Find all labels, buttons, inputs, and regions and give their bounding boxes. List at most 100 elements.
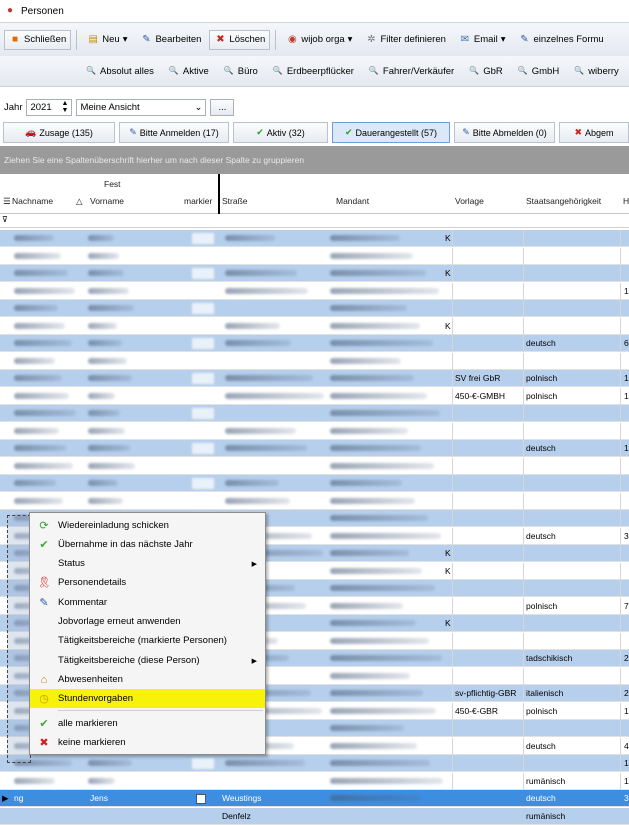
menu-item-jobvorlage-erneut-anwenden[interactable]: Jobvorlage erneut anwenden [30, 612, 265, 631]
column-chooser-icon[interactable]: ☰ [3, 196, 11, 207]
wijob-orga-button[interactable]: ◉ wijob orga ▾ [281, 30, 357, 50]
mark-checkbox[interactable] [192, 355, 214, 367]
tab-abgem[interactable]: ✖ Abgem [559, 122, 629, 143]
table-row[interactable]: deutsch 1 [0, 440, 629, 457]
column-header-vorlage[interactable]: Vorlage [455, 196, 484, 206]
column-header-mandant[interactable]: Mandant [336, 196, 369, 206]
table-row[interactable] [0, 422, 629, 440]
menu-item-status[interactable]: Status ▶ [30, 554, 265, 573]
redacted-text [330, 655, 442, 661]
column-divider [452, 720, 453, 737]
menu-item-stundenvorgaben[interactable]: ◷ Stundenvorgaben [30, 689, 265, 708]
quick-filter-button[interactable]: 🔍 Fahrer/Verkäufer [363, 61, 459, 81]
column-divider [452, 737, 453, 755]
column-header-markier[interactable]: markier [184, 196, 212, 206]
mark-checkbox[interactable] [192, 460, 214, 472]
mark-checkbox[interactable] [192, 338, 214, 349]
table-row[interactable] [0, 247, 629, 265]
tab-bitte[interactable]: ✎ Bitte Abmelden (0) [454, 122, 555, 143]
quick-filter-button[interactable]: 🔍 GmbH [512, 61, 564, 81]
tab-dauerangestellt[interactable]: ✔ Dauerangestellt (57) [332, 122, 450, 143]
quick-filter-button[interactable]: 🔍 Aktive [163, 61, 214, 81]
mark-checkbox[interactable] [192, 390, 214, 402]
mark-checkbox[interactable] [192, 408, 214, 419]
delete-button[interactable]: ✖ Löschen [209, 29, 271, 50]
redacted-text [14, 287, 75, 294]
table-row-selected[interactable]: ▶ ng Jens Weustings deutsch 3 [0, 790, 629, 807]
group-by-panel[interactable]: Ziehen Sie eine Spaltenüberschrift hierh… [0, 146, 629, 174]
menu-item-tätigkeitsbereiche-diese-person[interactable]: Tätigkeitsbereiche (diese Person) ▶ [30, 651, 265, 670]
search-icon: 🔍 [86, 66, 96, 75]
column-header-h[interactable]: H [623, 196, 629, 206]
tab-aktiv[interactable]: ✔ Aktiv (32) [233, 122, 328, 143]
menu-item-keine-markieren[interactable]: ✖ keine markieren [30, 733, 265, 752]
mark-checkbox[interactable] [192, 320, 214, 332]
menu-item-wiedereinladung-schicken[interactable]: ⟳ Wiedereinladung schicken [30, 516, 265, 535]
mark-checkbox[interactable] [192, 443, 214, 454]
mark-checkbox[interactable] [192, 250, 214, 262]
tab-zusage[interactable]: 🚗 Zusage (135) [3, 122, 115, 143]
spinner-arrows-icon[interactable]: ▲ ▼ [62, 100, 69, 114]
column-header-strasse[interactable]: Straße [222, 196, 248, 206]
mark-checkbox[interactable] [192, 425, 214, 437]
menu-item-übernahme-in-das-nächste-jahr[interactable]: ✔ Übernahme in das nächste Jahr [30, 535, 265, 554]
column-header-vorname[interactable]: Vorname [90, 196, 124, 206]
menu-item-alle-markieren[interactable]: ✔ alle markieren [30, 714, 265, 733]
table-row[interactable]: rumänisch 1 [0, 772, 629, 790]
table-row[interactable]: K [0, 265, 629, 282]
email-button[interactable]: ✉ Email ▾ [454, 30, 511, 50]
table-row[interactable] [0, 300, 629, 317]
table-row[interactable] [0, 405, 629, 422]
table-row[interactable]: 450-€-GMBH polnisch 1 [0, 387, 629, 405]
edit-button[interactable]: ✎ Bearbeiten [135, 30, 206, 50]
menu-item-abwesenheiten[interactable]: ⌂ Abwesenheiten [30, 670, 265, 689]
redacted-text [330, 760, 430, 766]
menu-item-personendetails[interactable]: 🎗 Personendetails [30, 573, 265, 592]
mark-checkbox[interactable] [196, 794, 206, 804]
table-row[interactable]: SV frei GbR polnisch 1 [0, 370, 629, 387]
table-row[interactable]: K [0, 230, 629, 247]
year-spinner[interactable]: 2021 ▲ ▼ [26, 98, 73, 116]
vorlage-cell: 450-€-GMBH [455, 390, 506, 401]
table-row[interactable]: Denfelz rumänisch [0, 807, 629, 825]
quick-filter-button[interactable]: 🔍 Erdbeerpflücker [267, 61, 359, 81]
column-header-fest[interactable]: Fest [104, 179, 121, 189]
mark-checkbox[interactable] [192, 303, 214, 314]
column-divider [523, 720, 524, 737]
close-button[interactable]: ■ Schließen [4, 29, 72, 50]
mark-checkbox[interactable] [192, 285, 214, 297]
mark-checkbox[interactable] [192, 495, 214, 507]
year-label: Jahr [4, 101, 23, 113]
table-row[interactable]: 1 [0, 282, 629, 300]
more-button[interactable]: ... [210, 98, 235, 116]
table-row[interactable]: 1 [0, 755, 629, 772]
mark-checkbox[interactable] [192, 478, 214, 489]
tab-bitte[interactable]: ✎ Bitte Anmelden (17) [119, 122, 229, 143]
redacted-text [330, 497, 415, 504]
table-row[interactable] [0, 457, 629, 475]
single-form-button[interactable]: ✎ einzelnes Formu [513, 30, 608, 50]
mark-checkbox[interactable] [192, 373, 214, 384]
menu-item-tätigkeitsbereiche-markierte-personen[interactable]: Tätigkeitsbereiche (markierte Personen) [30, 631, 265, 650]
filter-define-button[interactable]: ✲ Filter definieren [360, 30, 450, 50]
new-button[interactable]: ▤ Neu ▾ [82, 30, 132, 50]
mark-checkbox[interactable] [192, 233, 214, 244]
table-row[interactable] [0, 352, 629, 370]
filter-icon[interactable]: ⊽ [2, 215, 8, 224]
quick-filter-button[interactable]: 🔍 Absolut alles [80, 61, 159, 81]
mark-checkbox[interactable] [192, 268, 214, 279]
menu-item-kommentar[interactable]: ✎ Kommentar [30, 593, 265, 612]
column-header-nachname[interactable]: Nachname [12, 196, 53, 206]
column-header-staatsangehoerigkeit[interactable]: Staatsangehörigkeit [526, 196, 601, 206]
quick-filter-button[interactable]: 🔍 wiberry [568, 61, 624, 81]
quick-filter-button[interactable]: 🔍 GbR [463, 61, 508, 81]
table-row[interactable]: K [0, 317, 629, 335]
table-row[interactable] [0, 492, 629, 510]
view-select[interactable]: Meine Ansicht ⌄ [76, 98, 207, 116]
mark-checkbox[interactable] [192, 775, 214, 787]
auto-filter-row[interactable]: ⊽ [0, 214, 629, 228]
quick-filter-button[interactable]: 🔍 Büro [218, 61, 263, 81]
table-row[interactable]: deutsch 6 [0, 335, 629, 352]
table-row[interactable] [0, 475, 629, 492]
mark-checkbox[interactable] [192, 758, 214, 769]
